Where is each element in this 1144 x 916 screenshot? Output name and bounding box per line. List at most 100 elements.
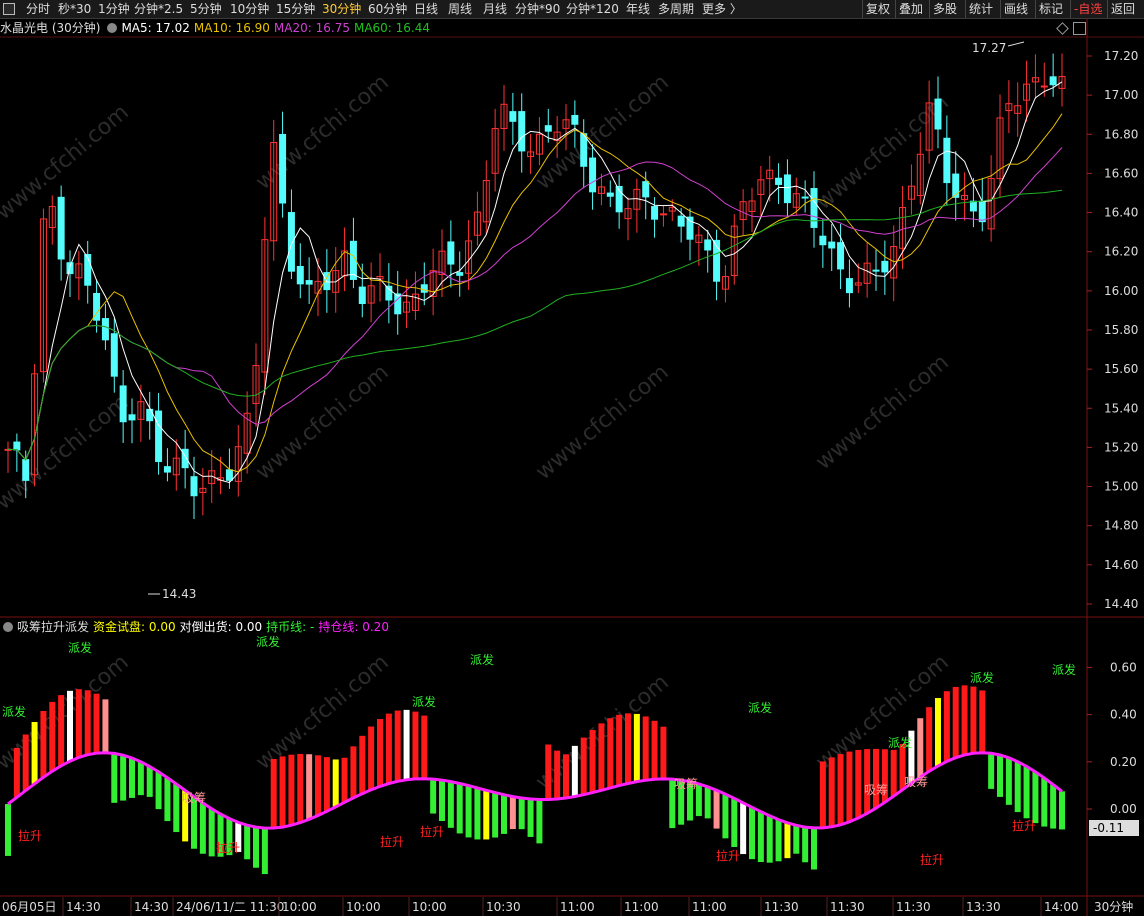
- candle-body: [819, 235, 827, 246]
- indicator-bar: [793, 825, 800, 854]
- indicator-bar: [864, 749, 871, 814]
- indicator-tick-label: 0.20: [1110, 755, 1137, 769]
- indicator-bar: [589, 729, 596, 793]
- indicator-bar: [465, 785, 472, 838]
- indicator-bar: [784, 822, 791, 859]
- indicator-bar: [430, 779, 437, 814]
- indicator-bar: [1050, 784, 1057, 829]
- indicator-bar: [651, 720, 658, 780]
- indicator-annotation: 派发: [470, 652, 494, 667]
- indicator-bar: [341, 757, 348, 803]
- indicator-annotation: 拉升: [18, 828, 42, 843]
- indicator-annotation: 派发: [412, 694, 436, 709]
- price-tick-label: 15.00: [1104, 480, 1138, 494]
- current-value-label: -0.11: [1093, 821, 1124, 835]
- candle-body: [775, 177, 783, 185]
- indicator-annotation: 拉升: [716, 848, 740, 863]
- indicator-bar: [288, 754, 295, 826]
- indicator-bar: [492, 792, 499, 838]
- indicator-bar: [1014, 761, 1021, 813]
- price-tick-label: 14.60: [1104, 558, 1138, 572]
- candle-body: [110, 333, 118, 377]
- indicator-bar: [394, 710, 401, 782]
- time-axis-label: 10:00: [412, 900, 447, 914]
- indicator-annotation: 拉升: [1012, 818, 1036, 833]
- candle-body: [190, 476, 198, 497]
- indicator-bar: [731, 798, 738, 848]
- candle-body: [57, 196, 65, 260]
- indicator-bar: [740, 802, 747, 855]
- indicator-bar: [775, 819, 782, 862]
- indicator-bar: [811, 827, 817, 870]
- time-axis-label: 11:00: [624, 900, 659, 914]
- indicator-bar: [1059, 791, 1065, 830]
- low-price-label: 14.43: [162, 587, 196, 601]
- indicator-bar: [155, 771, 162, 810]
- indicator-bar: [501, 794, 507, 834]
- time-axis-label: 10:30: [486, 900, 521, 914]
- candle-body: [287, 212, 295, 272]
- indicator-bar: [146, 766, 153, 797]
- indicator-bar: [607, 718, 614, 788]
- indicator-annotation: 吸筹: [182, 791, 206, 805]
- indicator-bar: [279, 756, 286, 828]
- indicator-bar: [545, 744, 552, 800]
- candle-body: [447, 241, 455, 265]
- indicator-annotation: 派发: [2, 704, 26, 719]
- indicator-bar: [456, 783, 463, 834]
- indicator-bar: [943, 691, 950, 762]
- indicator-annotation: 派发: [888, 735, 912, 750]
- indicator-bar: [164, 777, 171, 822]
- candle-body: [651, 206, 659, 220]
- indicator-annotation: 派发: [1052, 662, 1076, 677]
- time-axis-label: 10:00: [282, 900, 317, 914]
- candle-body: [509, 111, 517, 122]
- indicator-bar: [332, 759, 339, 807]
- price-tick-label: 16.00: [1104, 284, 1138, 298]
- indicator-bar: [111, 753, 118, 803]
- indicator-bar: [474, 787, 481, 840]
- indicator-bar: [616, 714, 623, 786]
- indicator-bar: [13, 747, 20, 798]
- indicator-bar: [84, 690, 91, 755]
- candle-body: [155, 410, 163, 462]
- indicator-bar: [359, 735, 366, 794]
- indicator-bar: [40, 710, 47, 778]
- kline-chart[interactable]: 17.20 17.00 16.80 16.60 16.40 16.20 16.00 15.80…: [0, 0, 1144, 916]
- candle-body: [571, 114, 579, 125]
- indicator-bar: [385, 713, 392, 784]
- candle-body: [119, 385, 127, 423]
- indicator-bar: [421, 715, 428, 779]
- candle-body: [1040, 85, 1048, 88]
- indicator-bar: [997, 755, 1003, 797]
- indicator-bar: [757, 811, 764, 863]
- indicator-bar: [208, 808, 215, 857]
- candle-body: [881, 260, 889, 273]
- time-axis-label: 11:30: [830, 900, 865, 914]
- candle-body: [296, 265, 304, 285]
- candle-body: [163, 466, 171, 473]
- price-tick-label: 15.20: [1104, 440, 1138, 454]
- candle-body: [659, 213, 667, 216]
- candle-body: [580, 133, 588, 167]
- indicator-annotation: 派发: [970, 670, 994, 685]
- candle-body: [969, 200, 977, 212]
- indicator-bar: [571, 745, 578, 797]
- indicator-annotation: 吸筹: [864, 783, 888, 797]
- indicator-bar: [855, 749, 862, 819]
- indicator-bar: [297, 753, 304, 823]
- indicator-annotation: 拉升: [920, 852, 944, 867]
- indicator-bar: [368, 726, 375, 790]
- candle-body: [801, 196, 809, 199]
- indicator-bar: [93, 693, 100, 754]
- indicator-bar: [377, 719, 383, 787]
- indicator-bar: [988, 753, 995, 789]
- indicator-bar: [935, 698, 941, 766]
- indicator-bar: [890, 749, 897, 797]
- indicator-annotation: 拉升: [420, 824, 444, 839]
- period-label: 30分钟: [1094, 899, 1133, 914]
- price-tick-label: 15.40: [1104, 401, 1138, 415]
- indicator-bar: [563, 754, 569, 798]
- ma60-line: [7, 189, 1063, 461]
- indicator-tick-label: 0.00: [1110, 802, 1137, 816]
